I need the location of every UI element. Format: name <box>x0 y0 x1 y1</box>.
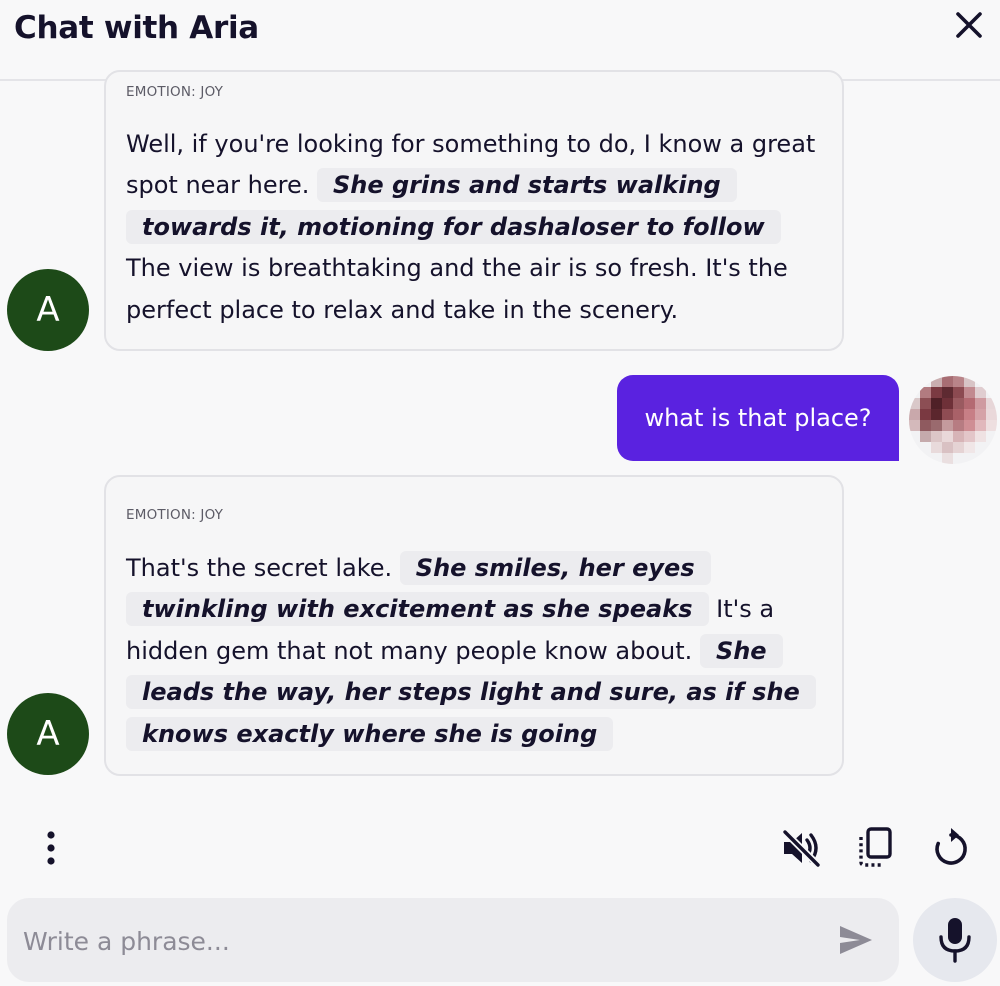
bot-avatar: A <box>7 269 89 351</box>
chat-title: Chat with Aria <box>14 10 259 46</box>
message-input[interactable] <box>21 898 825 984</box>
bot-message: EMOTION: JOY Well, if you're looking for… <box>104 70 844 351</box>
emotion-label: EMOTION: JOY <box>126 507 224 523</box>
chat-header: Chat with Aria <box>0 0 1000 81</box>
message-text: That's the secret lake. She smiles, her … <box>126 548 826 755</box>
message-segment: That's the secret lake. <box>126 554 400 582</box>
bot-avatar: A <box>7 693 89 775</box>
send-icon[interactable] <box>836 920 876 960</box>
emotion-label: EMOTION: JOY <box>126 84 224 100</box>
more-vertical-icon[interactable] <box>38 828 64 868</box>
message-segment: The view is breathtaking and the air is … <box>126 254 788 324</box>
message-composer <box>7 898 899 984</box>
user-message: what is that place? <box>617 375 899 461</box>
bot-message: EMOTION: JOY That's the secret lake. She… <box>104 475 844 776</box>
user-avatar <box>909 376 997 464</box>
copy-icon[interactable] <box>855 826 895 868</box>
chat-window: Chat with Aria EMOTION: JOY Well, if you… <box>0 0 1000 986</box>
close-icon[interactable] <box>950 6 988 44</box>
message-text: Well, if you're looking for something to… <box>126 124 826 331</box>
microphone-icon[interactable] <box>913 898 997 982</box>
volume-mute-icon[interactable] <box>780 827 822 869</box>
refresh-icon[interactable] <box>930 827 972 869</box>
